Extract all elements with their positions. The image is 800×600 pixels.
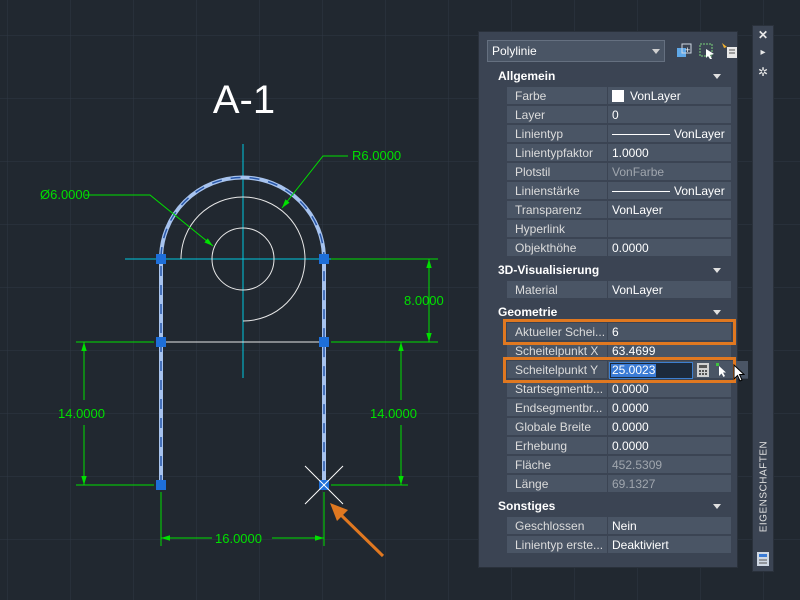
property-label: Erhebung xyxy=(507,437,607,455)
property-row[interactable]: Erhebung 0.0000 xyxy=(507,437,731,456)
quick-select-icon[interactable] xyxy=(721,42,739,60)
property-value[interactable]: VonLayer xyxy=(608,125,731,143)
property-value[interactable]: 69.1327 xyxy=(608,475,731,493)
property-label: Objekthöhe xyxy=(507,239,607,257)
chevron-down-icon[interactable] xyxy=(713,268,721,273)
property-label: Linientyp xyxy=(507,125,607,143)
property-row[interactable]: Geschlossen Nein xyxy=(507,517,731,536)
property-value[interactable]: VonLayer xyxy=(608,182,731,200)
property-row[interactable]: Fläche 452.5309 xyxy=(507,456,731,475)
object-type-value: Polylinie xyxy=(492,44,537,58)
linetype-preview xyxy=(612,191,670,193)
property-label: Länge xyxy=(507,475,607,493)
highlight-current-vertex xyxy=(503,319,736,345)
property-value[interactable]: 0.0000 xyxy=(608,239,731,257)
close-icon[interactable]: ✕ xyxy=(757,29,769,41)
palette-vertical-title: EIGENSCHAFTEN xyxy=(754,421,772,561)
property-label: Endsegmentbr... xyxy=(507,399,607,417)
grip[interactable] xyxy=(319,337,329,347)
property-row[interactable]: Plotstil VonFarbe xyxy=(507,163,731,182)
property-value-text: VonLayer xyxy=(674,184,725,198)
property-row[interactable]: Globale Breite 0.0000 xyxy=(507,418,731,437)
property-label: Linientypfaktor xyxy=(507,144,607,162)
property-row[interactable]: Linientypfaktor 1.0000 xyxy=(507,144,731,163)
section-title: 3D-Visualisierung xyxy=(498,263,600,277)
grip[interactable] xyxy=(319,254,329,264)
property-row[interactable]: Linientyp VonLayer xyxy=(507,125,731,144)
select-objects-icon[interactable] xyxy=(698,42,716,60)
property-label: Layer xyxy=(507,106,607,124)
color-swatch xyxy=(612,89,624,102)
property-row[interactable]: Linienstärke VonLayer xyxy=(507,182,731,201)
chevron-down-icon[interactable] xyxy=(713,310,721,315)
grip[interactable] xyxy=(156,480,166,490)
property-row[interactable]: Endsegmentbr... 0.0000 xyxy=(507,399,731,418)
property-label: Fläche xyxy=(507,456,607,474)
section-title: Sonstiges xyxy=(498,499,556,513)
properties-menu-icon[interactable]: ✲ xyxy=(757,66,769,78)
object-type-dropdown[interactable]: Polylinie xyxy=(487,40,665,62)
property-label: Material xyxy=(507,281,607,299)
section-header-allgemein[interactable]: Allgemein xyxy=(491,67,731,86)
highlight-vertex-y xyxy=(503,357,736,383)
property-label: Linienstärke xyxy=(507,182,607,200)
property-label: Transparenz xyxy=(507,201,607,219)
chevron-down-icon[interactable] xyxy=(713,74,721,79)
section-title: Geometrie xyxy=(498,305,558,319)
property-value[interactable]: 0.0000 xyxy=(608,437,731,455)
property-label: Farbe xyxy=(507,87,607,105)
property-row[interactable]: Linientyp erste... Deaktiviert xyxy=(507,536,731,555)
property-row[interactable]: Objekthöhe 0.0000 xyxy=(507,239,731,258)
dim-bottom-label: 16.0000 xyxy=(215,531,262,546)
property-label: Globale Breite xyxy=(507,418,607,436)
section-header-sonstiges[interactable]: Sonstiges xyxy=(491,497,731,516)
dim-right-label: 14.0000 xyxy=(370,406,417,421)
property-row[interactable]: Hyperlink xyxy=(507,220,731,239)
property-label: Hyperlink xyxy=(507,220,607,238)
property-row[interactable]: Transparenz VonLayer xyxy=(507,201,731,220)
palette-titlebar[interactable]: ✕ ▸ ✲ EIGENSCHAFTEN xyxy=(752,25,774,572)
autohide-icon[interactable]: ▸ xyxy=(757,47,769,59)
property-value-text: VonLayer xyxy=(674,127,725,141)
property-value[interactable]: 452.5309 xyxy=(608,456,731,474)
linetype-preview xyxy=(612,134,670,136)
palette-icon xyxy=(757,552,769,566)
properties-palette: Polylinie + Allgemein Farbe VonLayer Layer 0… xyxy=(478,31,748,568)
property-row[interactable]: Material VonLayer xyxy=(507,281,731,300)
property-value[interactable]: VonLayer xyxy=(608,201,731,219)
grip[interactable] xyxy=(156,254,166,264)
property-value[interactable]: 0.0000 xyxy=(608,399,731,417)
property-value[interactable]: Nein xyxy=(608,517,731,535)
dim-diameter-label: Ø6.0000 xyxy=(40,187,90,202)
property-value[interactable]: 1.0000 xyxy=(608,144,731,162)
chevron-down-icon[interactable] xyxy=(652,49,660,54)
drawing-title: A-1 xyxy=(213,78,275,122)
dim-radius-label: R6.0000 xyxy=(352,148,401,163)
section-title: Allgemein xyxy=(498,69,556,83)
property-value[interactable] xyxy=(608,220,731,238)
property-row[interactable]: Farbe VonLayer xyxy=(507,87,731,106)
property-value[interactable]: VonFarbe xyxy=(608,163,731,181)
property-label: Plotstil xyxy=(507,163,607,181)
property-label: Linientyp erste... xyxy=(507,536,607,554)
property-value[interactable]: 0.0000 xyxy=(608,418,731,436)
svg-text:+: + xyxy=(685,45,690,55)
property-value[interactable]: VonLayer xyxy=(608,281,731,299)
property-value-text: VonLayer xyxy=(630,89,681,103)
palette-title-text: EIGENSCHAFTEN xyxy=(758,440,770,533)
property-row[interactable]: Länge 69.1327 xyxy=(507,475,731,494)
toggle-pickadd-icon[interactable]: + xyxy=(675,42,693,60)
property-label: Geschlossen xyxy=(507,517,607,535)
section-header-3d-visualisierung[interactable]: 3D-Visualisierung xyxy=(491,261,731,280)
dim-vertical-label: 8.0000 xyxy=(404,293,444,308)
property-value[interactable]: VonLayer xyxy=(608,87,731,105)
dim-left-label: 14.0000 xyxy=(58,406,105,421)
property-row[interactable]: Layer 0 xyxy=(507,106,731,125)
chevron-down-icon[interactable] xyxy=(713,504,721,509)
mouse-cursor-icon xyxy=(733,364,745,382)
grip[interactable] xyxy=(156,337,166,347)
property-value[interactable]: Deaktiviert xyxy=(608,536,731,554)
property-value[interactable]: 0 xyxy=(608,106,731,124)
